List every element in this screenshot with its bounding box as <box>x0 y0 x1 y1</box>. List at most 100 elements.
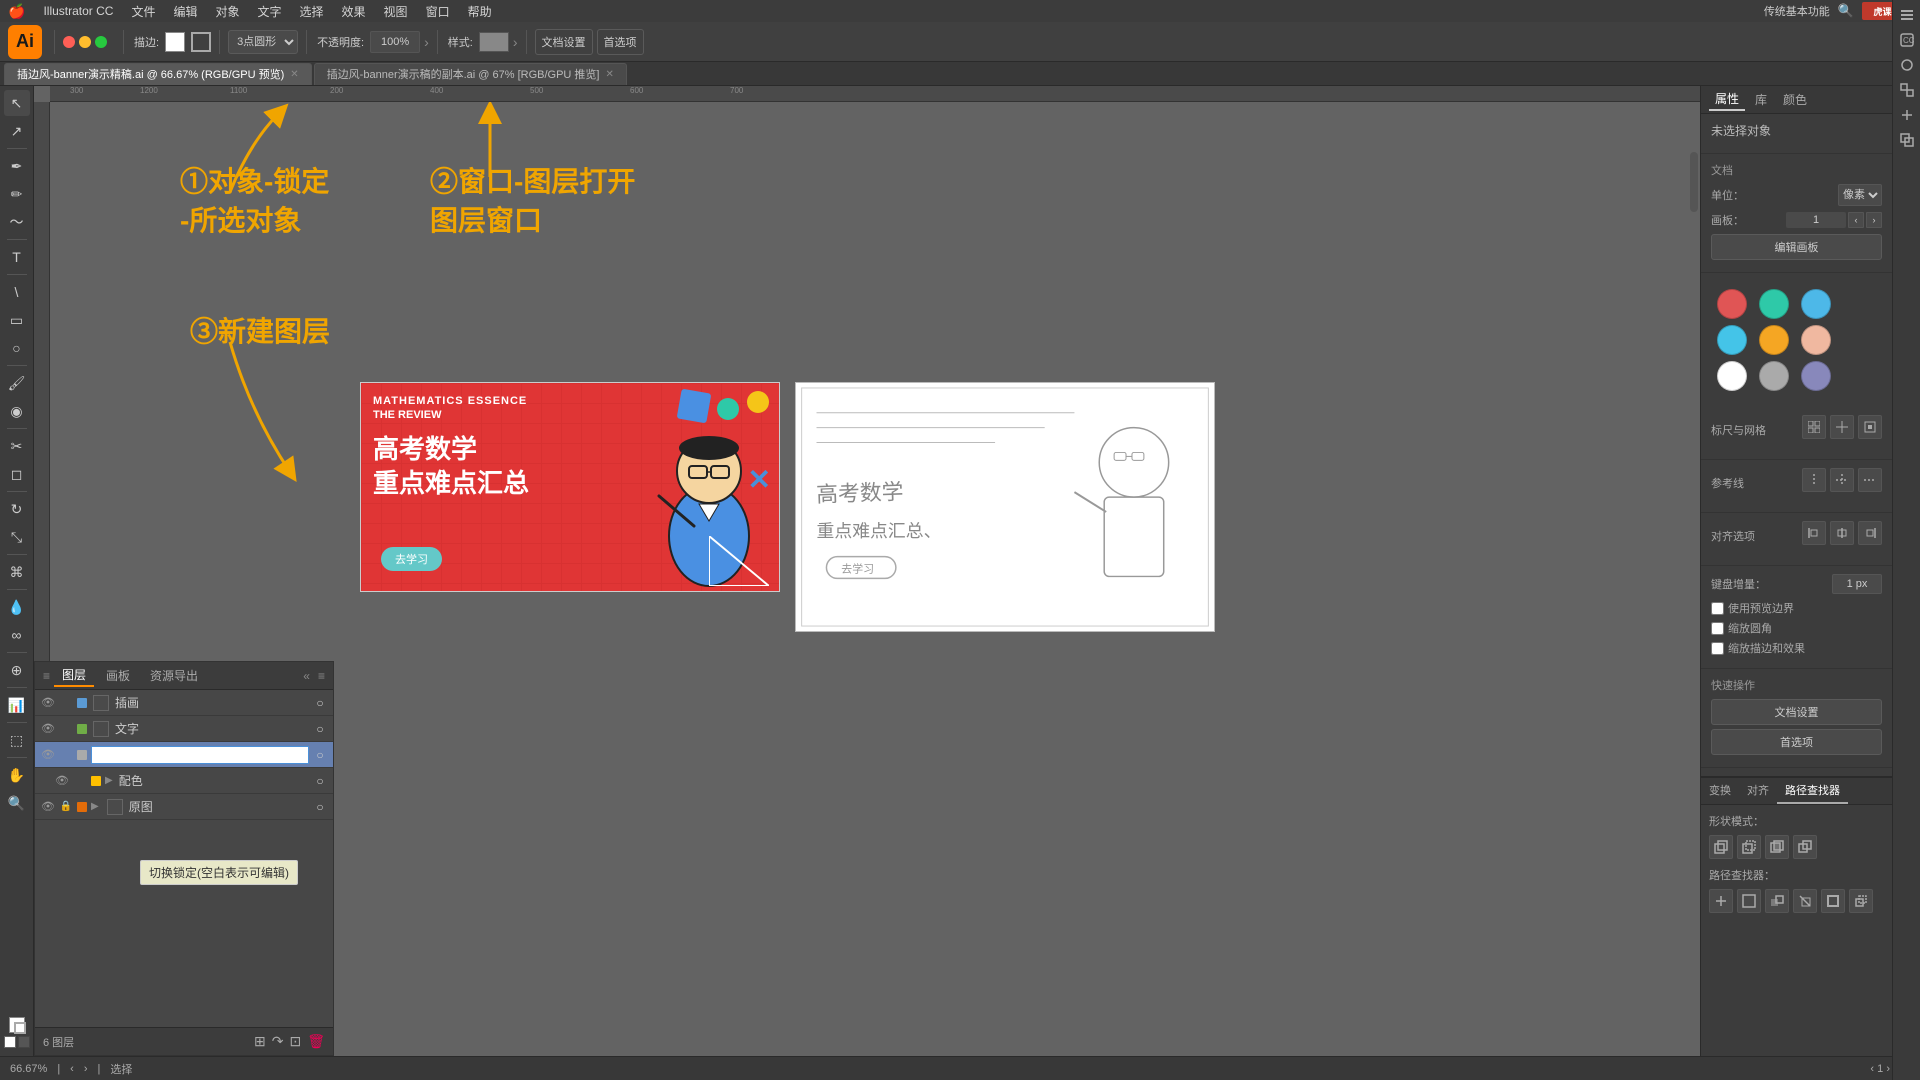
appearance-icon[interactable] <box>1896 54 1918 76</box>
properties-icon[interactable] <box>1896 4 1918 26</box>
pf-divide-btn[interactable] <box>1709 889 1733 913</box>
menu-text[interactable]: 文字 <box>250 1 290 22</box>
layer-eye-original[interactable]: 👁 <box>41 800 55 813</box>
tab-1-close[interactable]: ✕ <box>290 69 298 80</box>
layer-visibility-text[interactable]: ○ <box>313 722 327 736</box>
swatch-light-blue[interactable] <box>1801 289 1831 319</box>
edit-artboard-btn[interactable]: 编辑画板 <box>1711 234 1882 260</box>
style-chip[interactable] <box>479 32 509 52</box>
warp-tool[interactable]: ⌘ <box>4 559 30 585</box>
layer-name-text[interactable]: 文字 <box>115 720 309 737</box>
shape-exclude-btn[interactable] <box>1793 835 1817 859</box>
menu-help[interactable]: 帮助 <box>460 1 500 22</box>
snap-grid-btn[interactable] <box>1802 415 1826 439</box>
pf-merge-btn[interactable] <box>1765 889 1789 913</box>
blend-tool[interactable]: ∞ <box>4 622 30 648</box>
layer-visibility-new[interactable]: ○ <box>313 748 327 762</box>
menu-window[interactable]: 窗口 <box>418 1 458 22</box>
transform-icon[interactable] <box>1896 79 1918 101</box>
tab-libraries[interactable]: 库 <box>1749 89 1773 110</box>
layer-name-input[interactable] <box>91 746 309 764</box>
layer-row-illustration[interactable]: 👁 插画 ○ <box>35 690 333 716</box>
layer-row-original[interactable]: 👁 🔒 ▶ 原图 ○ <box>35 794 333 820</box>
tab-1[interactable]: 插边风-banner演示精稿.ai @ 66.67% (RGB/GPU 预览) … <box>4 63 312 85</box>
search-icon[interactable]: 🔍 <box>1838 3 1854 19</box>
ellipse-tool[interactable]: ○ <box>4 335 30 361</box>
scale-effects-checkbox[interactable] <box>1711 642 1724 655</box>
fill-indicator[interactable] <box>9 1017 25 1033</box>
tab-2[interactable]: 插边风-banner演示稿的副本.ai @ 67% [RGB/GPU 推览] ✕ <box>314 63 627 85</box>
artboard-prev-status-btn[interactable]: ‹ <box>1870 1063 1874 1075</box>
line-tool[interactable]: \ <box>4 279 30 305</box>
curvature-tool[interactable]: 〜 <box>4 209 30 235</box>
menu-illustrator-cc[interactable]: Illustrator CC <box>35 2 121 20</box>
swatch-lavender[interactable] <box>1801 361 1831 391</box>
pf-outline-btn[interactable] <box>1821 889 1845 913</box>
unit-select[interactable]: 像素 <box>1838 184 1882 206</box>
tab-align[interactable]: 对齐 <box>1739 778 1777 804</box>
zoom-in-btn[interactable]: › <box>84 1063 88 1075</box>
align-icon[interactable] <box>1896 104 1918 126</box>
shape-select[interactable]: 3点圆形 <box>228 30 298 54</box>
layer-name-colors[interactable]: 配色 <box>119 772 309 789</box>
rect-tool[interactable]: ▭ <box>4 307 30 333</box>
apple-menu[interactable]: 🍎 <box>8 3 25 20</box>
pf-minus-back-btn[interactable] <box>1849 889 1873 913</box>
shape-intersect-btn[interactable] <box>1765 835 1789 859</box>
pen-tool[interactable]: ✒ <box>4 153 30 179</box>
layer-row-new[interactable]: 👁 ○ <box>35 742 333 768</box>
tab-2-close[interactable]: ✕ <box>605 69 613 80</box>
layer-eye-illustration[interactable]: 👁 <box>41 696 55 709</box>
doc-settings-quick-btn[interactable]: 文档设置 <box>1711 699 1882 725</box>
eraser-tool[interactable]: ◻ <box>4 461 30 487</box>
stroke-color-chip[interactable] <box>191 32 211 52</box>
swatch-gray[interactable] <box>1759 361 1789 391</box>
layer-name-illustration[interactable]: 插画 <box>115 694 309 711</box>
rotate-tool[interactable]: ↻ <box>4 496 30 522</box>
align-right-btn[interactable] <box>1858 521 1882 545</box>
pencil-tool[interactable]: ✏ <box>4 181 30 207</box>
menu-effect[interactable]: 效果 <box>334 1 374 22</box>
preferences-btn[interactable]: 首选项 <box>597 29 644 55</box>
shape-unite-btn[interactable] <box>1709 835 1733 859</box>
maximize-window-btn[interactable] <box>95 36 107 48</box>
artboard-prev-btn[interactable]: ‹ <box>1848 212 1864 228</box>
layer-eye-colors[interactable]: 👁 <box>55 774 69 787</box>
cc-libraries-icon[interactable]: CC <box>1896 29 1918 51</box>
normal-mode-icon[interactable] <box>4 1036 16 1048</box>
doc-settings-btn[interactable]: 文档设置 <box>535 29 593 55</box>
style-chevron[interactable]: › <box>513 34 518 50</box>
layers-tab-export[interactable]: 资源导出 <box>142 665 206 686</box>
pf-trim-btn[interactable] <box>1737 889 1761 913</box>
draw-mode-icon[interactable] <box>18 1036 30 1048</box>
opacity-input[interactable] <box>370 31 420 53</box>
keyboard-increment-input[interactable] <box>1832 574 1882 594</box>
layers-panel-close-btn[interactable]: ≡ <box>318 669 325 683</box>
type-tool[interactable]: T <box>4 244 30 270</box>
scale-tool[interactable]: ⤡ <box>4 524 30 550</box>
layer-visibility-original[interactable]: ○ <box>313 800 327 814</box>
swatch-teal[interactable] <box>1759 289 1789 319</box>
tab-pathfinder[interactable]: 路径查找器 <box>1777 778 1848 804</box>
eyedropper-tool[interactable]: 💧 <box>4 594 30 620</box>
use-preview-bounds-checkbox[interactable] <box>1711 602 1724 615</box>
guide-btn3[interactable] <box>1858 468 1882 492</box>
pathfinder-icon[interactable] <box>1896 129 1918 151</box>
swatch-cyan[interactable] <box>1717 325 1747 355</box>
layer-eye-text[interactable]: 👁 <box>41 722 55 735</box>
layer-expand-colors[interactable]: ▶ <box>105 775 113 786</box>
new-sublayer-btn[interactable]: ⊞ <box>254 1033 266 1050</box>
artboard-tool[interactable]: ⬚ <box>4 727 30 753</box>
fill-color-chip[interactable] <box>165 32 185 52</box>
layers-tab-layers[interactable]: 图层 <box>54 664 94 687</box>
paintbrush-tool[interactable]: 🖌 <box>4 370 30 396</box>
layer-name-original[interactable]: 原图 <box>129 798 309 815</box>
menu-select[interactable]: 选择 <box>292 1 332 22</box>
artboard-next-status-btn[interactable]: › <box>1886 1063 1890 1075</box>
pf-crop-btn[interactable] <box>1793 889 1817 913</box>
snap-pixel-btn[interactable] <box>1858 415 1882 439</box>
layer-visibility-illustration[interactable]: ○ <box>313 696 327 710</box>
swatch-red[interactable] <box>1717 289 1747 319</box>
guide-btn1[interactable] <box>1802 468 1826 492</box>
layers-panel-collapse-btn[interactable]: « <box>303 669 310 683</box>
